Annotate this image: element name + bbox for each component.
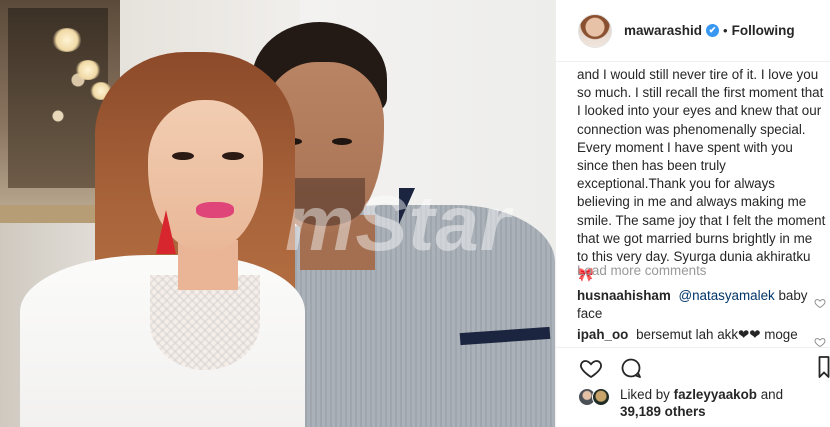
heart-icon [580, 360, 602, 379]
background-light [75, 60, 101, 80]
avatar[interactable] [578, 13, 612, 48]
comment-text: bersemut lah akk❤❤ moge [636, 327, 798, 342]
action-bar [578, 354, 644, 382]
avatar[interactable] [592, 388, 610, 406]
post-photo[interactable]: mStar [0, 0, 555, 427]
liker-avatars [578, 386, 612, 406]
background-light [52, 28, 82, 52]
bookmark-icon[interactable] [818, 355, 830, 379]
comment-icon [621, 358, 641, 378]
username[interactable]: mawarashid [624, 23, 702, 38]
divider [556, 347, 830, 348]
likes-summary: Liked by fazleyyaakob and 39,189 others [578, 386, 783, 420]
post-sidebar: mawarashid ✔ • Following and I would sti… [555, 0, 830, 427]
caption-text: and I would still never tire of it. I lo… [577, 67, 826, 283]
likes-prefix: Liked by [620, 387, 670, 402]
comment-like-heart-icon[interactable] [814, 297, 826, 309]
comment-username[interactable]: husnaahisham [577, 288, 671, 303]
watermark: mStar [285, 179, 512, 267]
post-header: mawarashid ✔ • Following [556, 0, 830, 62]
woman-lips [196, 202, 234, 218]
load-more-comments-link[interactable]: Load more comments [577, 263, 707, 278]
man-eye [332, 138, 352, 145]
likes-text: Liked by fazleyyaakob and 39,189 others [620, 386, 783, 420]
comment: ipah_oo bersemut lah akk❤❤ moge [577, 326, 817, 344]
comment-mention[interactable]: @natasyamalek [679, 288, 775, 303]
comment-username[interactable]: ipah_oo [577, 327, 628, 342]
likes-count[interactable]: 39,189 others [620, 404, 706, 419]
following-button[interactable]: Following [732, 23, 795, 38]
like-button[interactable] [578, 355, 604, 381]
woman-eye [172, 152, 194, 160]
separator-dot: • [723, 23, 728, 38]
woman-eye [222, 152, 244, 160]
likes-connector: and [760, 387, 784, 402]
comment: husnaahisham @natasyamalek baby face [577, 287, 817, 323]
comment-button[interactable] [618, 355, 644, 381]
liker-username[interactable]: fazleyyaakob [674, 387, 757, 402]
verified-badge-icon: ✔ [706, 24, 720, 37]
